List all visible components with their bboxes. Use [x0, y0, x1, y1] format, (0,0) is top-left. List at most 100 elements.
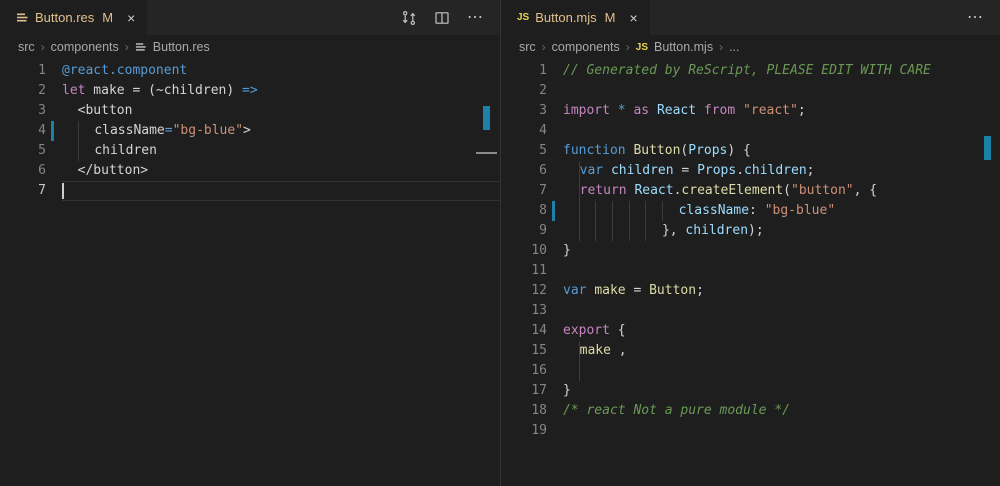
code-line-content[interactable]: children	[62, 141, 500, 161]
code-line-6[interactable]: 6 </button>	[0, 161, 500, 181]
code-line-content[interactable]: className: "bg-blue"	[563, 201, 1000, 221]
line-number[interactable]: 14	[501, 321, 547, 341]
line-number[interactable]: 12	[501, 281, 547, 301]
line-number[interactable]: 6	[0, 161, 46, 181]
code-line-8[interactable]: 8 className: "bg-blue"	[501, 201, 1000, 221]
line-number[interactable]: 4	[0, 121, 46, 141]
code-line-5[interactable]: 5 children	[0, 141, 500, 161]
code-line-content[interactable]	[563, 121, 1000, 141]
line-number[interactable]: 9	[501, 221, 547, 241]
code-line-6[interactable]: 6 var children = Props.children;	[501, 161, 1000, 181]
gutter	[547, 321, 563, 341]
code-line-content[interactable]: return React.createElement("button", {	[563, 181, 1000, 201]
code-line-content[interactable]	[563, 421, 1000, 441]
code-line-12[interactable]: 12 var make = Button;	[501, 281, 1000, 301]
tab-button-mjs[interactable]: JS Button.mjs M ×	[501, 0, 650, 35]
code-line-15[interactable]: 15 make ,	[501, 341, 1000, 361]
line-number[interactable]: 3	[0, 101, 46, 121]
line-number[interactable]: 8	[501, 201, 547, 221]
line-number[interactable]: 4	[501, 121, 547, 141]
code-line-1[interactable]: 1 @react.component	[0, 61, 500, 81]
line-number[interactable]: 1	[0, 61, 46, 81]
code-line-content[interactable]: }	[563, 241, 1000, 261]
line-number[interactable]: 16	[501, 361, 547, 381]
breadcrumb-item-file[interactable]: Button.mjs	[654, 40, 713, 54]
more-actions-icon[interactable]: ⋯	[467, 10, 484, 26]
split-editor-icon[interactable]	[434, 10, 450, 26]
breadcrumb-item-components[interactable]: components	[51, 40, 119, 54]
code-line-content[interactable]: <button	[62, 101, 500, 121]
line-number[interactable]: 11	[501, 261, 547, 281]
code-line-19[interactable]: 19	[501, 421, 1000, 441]
code-line-content[interactable]	[62, 181, 500, 201]
code-line-2[interactable]: 2	[501, 81, 1000, 101]
code-editor-button-mjs[interactable]: 1 // Generated by ReScript, PLEASE EDIT W…	[501, 59, 1000, 441]
breadcrumb-item-overflow[interactable]: ...	[729, 40, 739, 54]
code-line-content[interactable]: }	[563, 381, 1000, 401]
code-line-1[interactable]: 1 // Generated by ReScript, PLEASE EDIT W…	[501, 61, 1000, 81]
code-line-13[interactable]: 13	[501, 301, 1000, 321]
line-number[interactable]: 18	[501, 401, 547, 421]
code-line-content[interactable]	[563, 301, 1000, 321]
breadcrumb-item-src[interactable]: src	[18, 40, 35, 54]
code-line-2[interactable]: 2 let make = (~children) =>	[0, 81, 500, 101]
code-editor-button-res[interactable]: 1 @react.component 2 let make = (~children)…	[0, 59, 500, 201]
code-line-17[interactable]: 17}	[501, 381, 1000, 401]
code-line-4[interactable]: 4 className="bg-blue">	[0, 121, 500, 141]
code-line-content[interactable]: var children = Props.children;	[563, 161, 1000, 181]
line-number[interactable]: 2	[501, 81, 547, 101]
line-number[interactable]: 19	[501, 421, 547, 441]
line-number[interactable]: 17	[501, 381, 547, 401]
res-file-icon	[16, 11, 29, 24]
code-line-7[interactable]: 7 return React.createElement("button", {	[501, 181, 1000, 201]
code-line-3[interactable]: 3 import * as React from "react";	[501, 101, 1000, 121]
line-number[interactable]: 5	[501, 141, 547, 161]
breadcrumb-item-file[interactable]: Button.res	[153, 40, 210, 54]
close-icon[interactable]: ×	[630, 11, 638, 25]
gutter	[547, 221, 563, 241]
line-number[interactable]: 2	[0, 81, 46, 101]
more-actions-icon[interactable]: ⋯	[967, 10, 984, 26]
close-icon[interactable]: ×	[127, 11, 135, 25]
breadcrumb-item-src[interactable]: src	[519, 40, 536, 54]
code-line-content[interactable]: export {	[563, 321, 1000, 341]
code-line-7[interactable]: 7	[0, 181, 500, 201]
code-line-content[interactable]: let make = (~children) =>	[62, 81, 500, 101]
code-token	[649, 103, 657, 118]
line-number[interactable]: 6	[501, 161, 547, 181]
code-line-content[interactable]: make ,	[563, 341, 1000, 361]
code-line-11[interactable]: 11	[501, 261, 1000, 281]
line-number[interactable]: 15	[501, 341, 547, 361]
code-line-content[interactable]: @react.component	[62, 61, 500, 81]
code-line-4[interactable]: 4	[501, 121, 1000, 141]
code-line-9[interactable]: 9 }, children);	[501, 221, 1000, 241]
line-number[interactable]: 7	[501, 181, 547, 201]
code-line-content[interactable]	[563, 261, 1000, 281]
code-line-5[interactable]: 5 function Button(Props) {	[501, 141, 1000, 161]
code-line-3[interactable]: 3 <button	[0, 101, 500, 121]
line-number[interactable]: 1	[501, 61, 547, 81]
code-line-content[interactable]: }, children);	[563, 221, 1000, 241]
code-line-content[interactable]: className="bg-blue">	[62, 121, 500, 141]
code-line-content[interactable]: import * as React from "react";	[563, 101, 1000, 121]
code-line-content[interactable]: </button>	[62, 161, 500, 181]
code-line-content[interactable]	[563, 361, 1000, 381]
breadcrumb-item-components[interactable]: components	[552, 40, 620, 54]
code-line-16[interactable]: 16	[501, 361, 1000, 381]
open-changes-icon[interactable]	[401, 10, 417, 26]
line-number[interactable]: 3	[501, 101, 547, 121]
code-token	[62, 143, 78, 158]
code-line-18[interactable]: 18 /* react Not a pure module */	[501, 401, 1000, 421]
line-number[interactable]: 7	[0, 181, 46, 201]
line-number[interactable]: 10	[501, 241, 547, 261]
tab-button-res[interactable]: Button.res M ×	[0, 0, 147, 35]
line-number[interactable]: 13	[501, 301, 547, 321]
code-line-10[interactable]: 10}	[501, 241, 1000, 261]
code-line-content[interactable]	[563, 81, 1000, 101]
code-line-content[interactable]: function Button(Props) {	[563, 141, 1000, 161]
code-line-14[interactable]: 14 export {	[501, 321, 1000, 341]
line-number[interactable]: 5	[0, 141, 46, 161]
code-line-content[interactable]: var make = Button;	[563, 281, 1000, 301]
code-line-content[interactable]: /* react Not a pure module */	[563, 401, 1000, 421]
code-line-content[interactable]: // Generated by ReScript, PLEASE EDIT WI…	[563, 61, 1000, 81]
